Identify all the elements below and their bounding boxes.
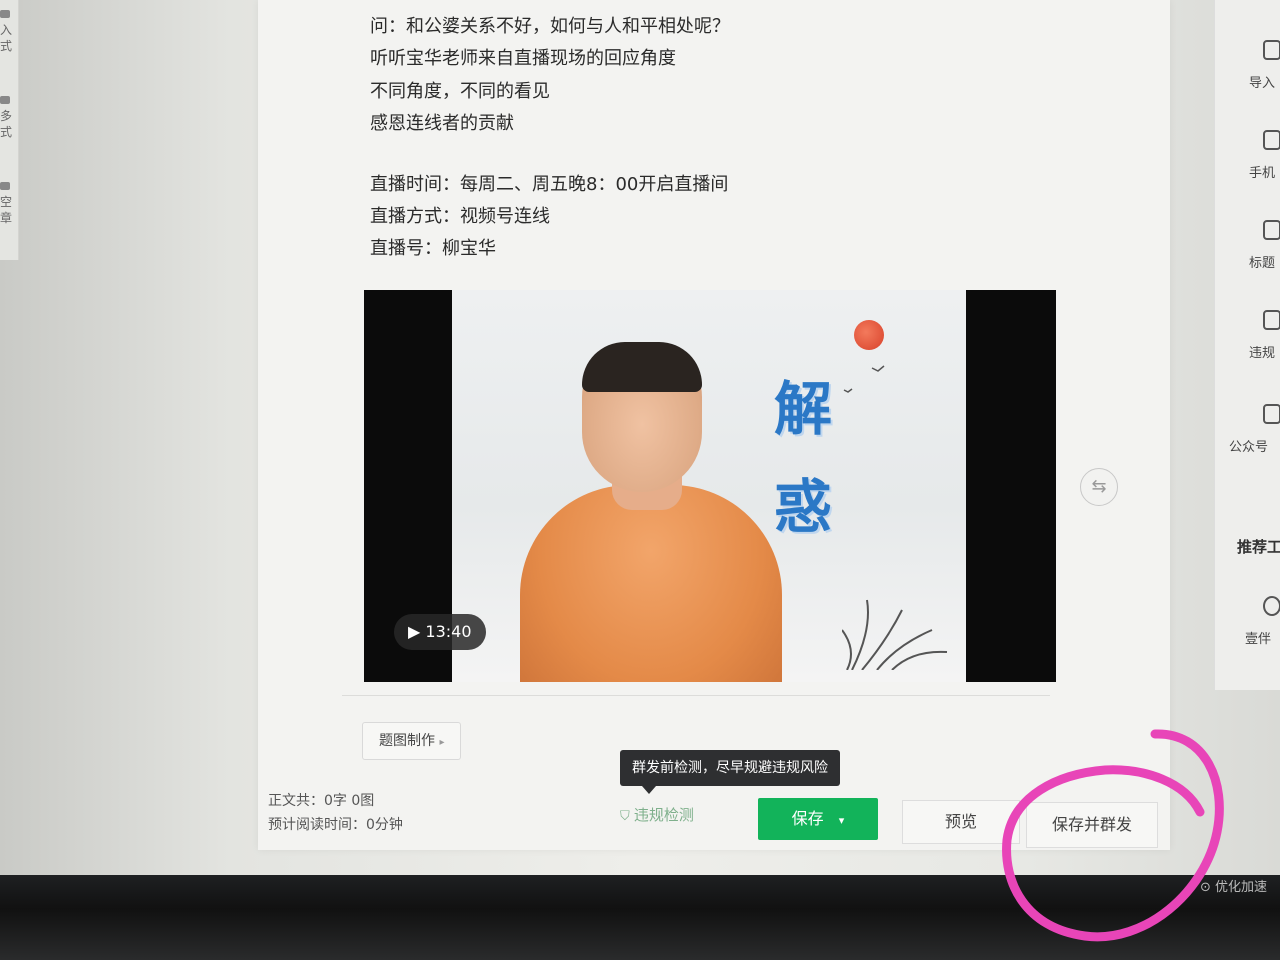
cover-make-button[interactable]: 题图制作 ▸ [362,722,462,760]
annotation-circle [1002,729,1224,942]
person-body [520,485,782,682]
save-label: 保存 [791,809,824,828]
caret-down-icon[interactable]: ▾ [839,814,845,827]
violation-check-link[interactable]: ⛉ 违规检测 [620,804,694,825]
tool-import[interactable]: 导入 [1215,40,1280,91]
sidebar-label-import: 入 式 [0,23,13,53]
video-duration: 13:40 [425,622,472,641]
sidebar-label-empty: 空 章 [0,195,13,225]
tool-violation[interactable]: 违规 [1215,310,1280,361]
tool-label: 标题 [1249,256,1276,271]
article-line[interactable]: 感恩连线者的贡献 [370,109,514,135]
article-line[interactable]: 问：和公婆关系不好，如何与人和平相处呢？ [370,12,730,38]
tool-phone[interactable]: 手机 [1215,130,1280,181]
birds-decoration [843,365,885,393]
sidebar-label-multi: 多 式 [0,109,13,139]
tool-label: 公众号 [1229,440,1269,455]
article-line[interactable]: 不同角度，不同的看见 [370,77,550,103]
partner-icon [1263,596,1280,616]
grass-decoration [842,599,948,670]
right-toolbar: 导入 手机 标题 违规 公众号 推荐工 壹伴 [1214,0,1280,690]
official-account-icon [1263,404,1280,424]
violation-check-label: 违规检测 [633,806,694,824]
swap-icon[interactable]: ⇆ [1080,468,1118,506]
import-doc-icon [1263,40,1280,60]
sidebar-item-empty[interactable]: 空 章 [0,182,18,226]
tool-label: 违规 [1249,346,1276,361]
article-line[interactable]: 直播时间：每周二、周五晚8：00开启直播间 [370,170,728,196]
tool-title[interactable]: 标题 [1215,220,1280,271]
phone-icon [1263,130,1280,150]
video-title-char: 解 [774,375,833,443]
tool-label: 手机 [1249,166,1276,181]
video-title-char: 惑 [774,473,833,541]
article-line[interactable]: 直播号：柳宝华 [370,234,496,260]
video-duration-badge: ▶ 13:40 [394,614,486,650]
divider [342,695,1050,696]
left-sidebar: 入 式 多 式 空 章 [0,0,19,260]
violation-tooltip: 群发前检测，尽早规避违规风险 [620,750,840,794]
tool-label: 导入 [1249,76,1276,91]
empty-icon [0,182,10,190]
word-count: 正文共：0字 0图 [268,793,375,809]
import-icon [0,10,10,18]
play-icon: ▶ [408,622,426,641]
tool-partner[interactable]: 壹伴 [1215,596,1280,647]
reading-time: 预计阅读时间：0分钟 [268,817,403,833]
article-line[interactable]: 听听宝华老师来自直播现场的回应角度 [370,44,676,70]
recommend-title: 推荐工 [1237,538,1280,556]
video-player[interactable]: 解 惑 ▶ 13:40 [364,290,1056,682]
chevron-right-icon: ▸ [439,737,445,748]
title-icon [1263,220,1280,240]
sun-decoration [854,320,884,350]
tool-label: 壹伴 [1245,632,1272,647]
article-line[interactable]: 直播方式：视频号连线 [370,202,550,228]
multi-icon [0,96,10,104]
cover-make-label: 题图制作 [379,733,435,749]
sidebar-item-import[interactable]: 入 式 [0,10,18,54]
video-frame: 解 惑 [452,290,966,682]
person-hair [582,342,702,392]
tool-official-account[interactable]: 公众号 [1215,404,1280,455]
shield-check-icon: ⛉ [620,809,634,824]
save-button[interactable]: 保存 ▾ [758,798,878,840]
sidebar-item-multi[interactable]: 多 式 [0,96,18,140]
shield-icon [1263,310,1280,330]
